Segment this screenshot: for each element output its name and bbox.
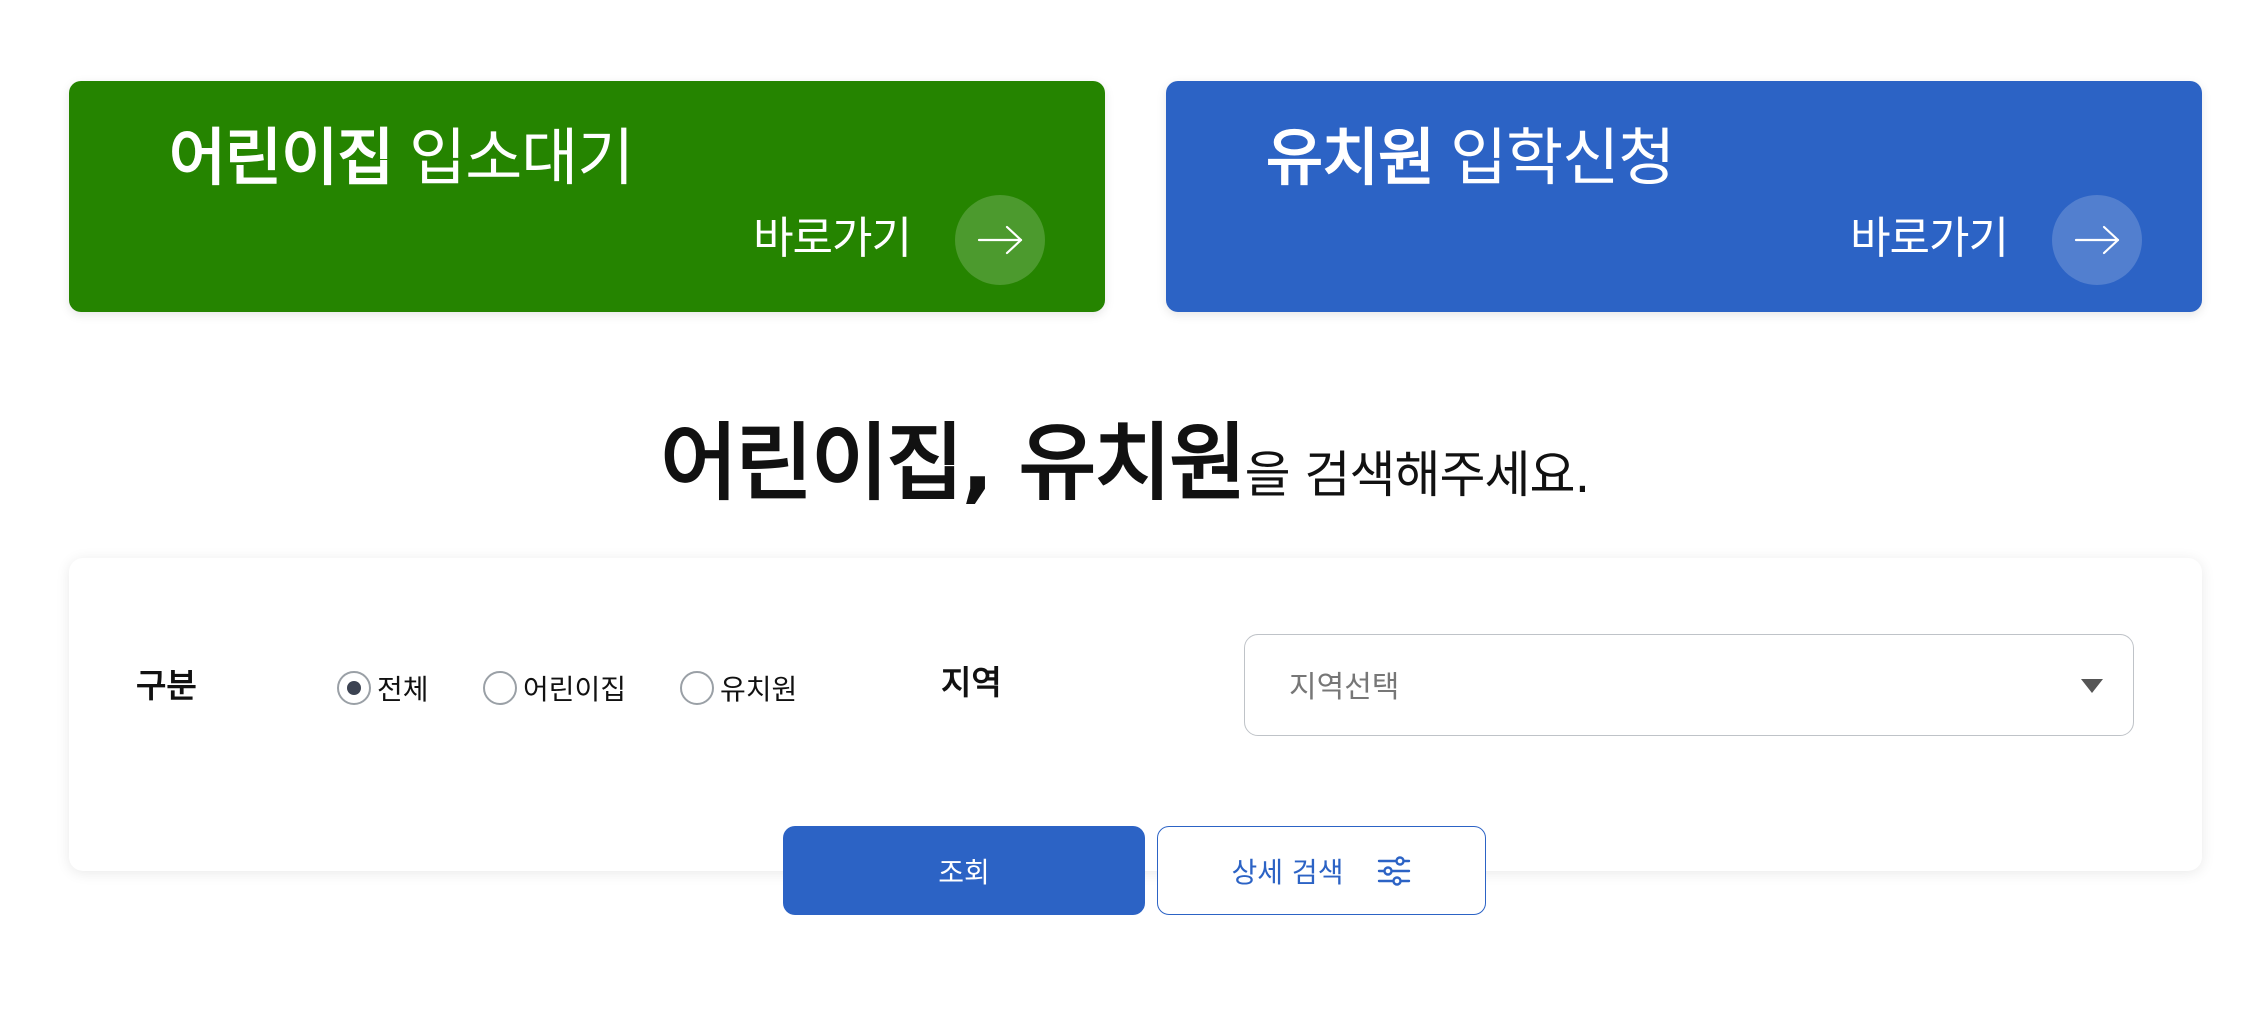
region-select-value: 지역선택 (1289, 670, 1400, 705)
radio-kindergarten[interactable]: 유치원 (680, 668, 797, 708)
daycare-banner-title-strong: 어린이집 (169, 121, 394, 194)
arrow-right-icon[interactable] (2052, 195, 2142, 285)
kindergarten-banner-title: 유치원 입학신청 (1266, 127, 1675, 189)
kindergarten-banner-title-light: 입학신청 (1450, 121, 1675, 194)
kindergarten-banner-title-strong: 유치원 (1266, 121, 1435, 194)
radio-kindergarten-label: 유치원 (720, 673, 798, 706)
search-panel: 구분 전체 어린이집 유치원 지역 지역선택 (69, 558, 2202, 871)
radio-all[interactable]: 전체 (337, 668, 429, 708)
radio-all-label: 전체 (377, 673, 429, 706)
radio-kindergarten-control[interactable] (680, 671, 714, 705)
radio-daycare[interactable]: 어린이집 (483, 668, 626, 708)
kindergarten-banner-link-label[interactable]: 바로가기 (1850, 217, 2009, 261)
radio-daycare-label: 어린이집 (523, 673, 627, 706)
caret-down-icon (2081, 679, 2103, 693)
region-select[interactable]: 지역선택 (1244, 634, 2134, 736)
radio-all-control[interactable] (337, 671, 371, 705)
page-title-strong: 어린이집, 유치원 (660, 414, 1247, 512)
page-title: 어린이집, 유치원을 검색해주세요. (0, 396, 2250, 517)
search-button[interactable]: 조회 (783, 826, 1145, 915)
daycare-banner-title-light: 입소대기 (409, 121, 634, 194)
page: 어린이집 입소대기 바로가기 유치원 입학신청 바로가기 어린이집, 유치원을 검색… (0, 0, 2250, 1020)
daycare-banner-link-label[interactable]: 바로가기 (753, 217, 912, 261)
arrow-right-icon[interactable] (955, 195, 1045, 285)
daycare-banner-title: 어린이집 입소대기 (169, 127, 634, 189)
sliders-icon (1378, 855, 1411, 886)
kindergarten-admission-banner[interactable]: 유치원 입학신청 바로가기 (1166, 81, 2202, 312)
search-button-label: 조회 (938, 855, 990, 889)
daycare-waitlist-banner[interactable]: 어린이집 입소대기 바로가기 (69, 81, 1105, 312)
category-label: 구분 (136, 666, 197, 705)
region-label: 지역 (941, 663, 1002, 702)
page-title-light: 을 검색해주세요. (1244, 446, 1591, 504)
advanced-search-button[interactable]: 상세 검색 (1157, 826, 1486, 915)
radio-selected-dot (347, 681, 361, 695)
radio-daycare-control[interactable] (483, 671, 517, 705)
advanced-search-label: 상세 검색 (1231, 855, 1344, 889)
